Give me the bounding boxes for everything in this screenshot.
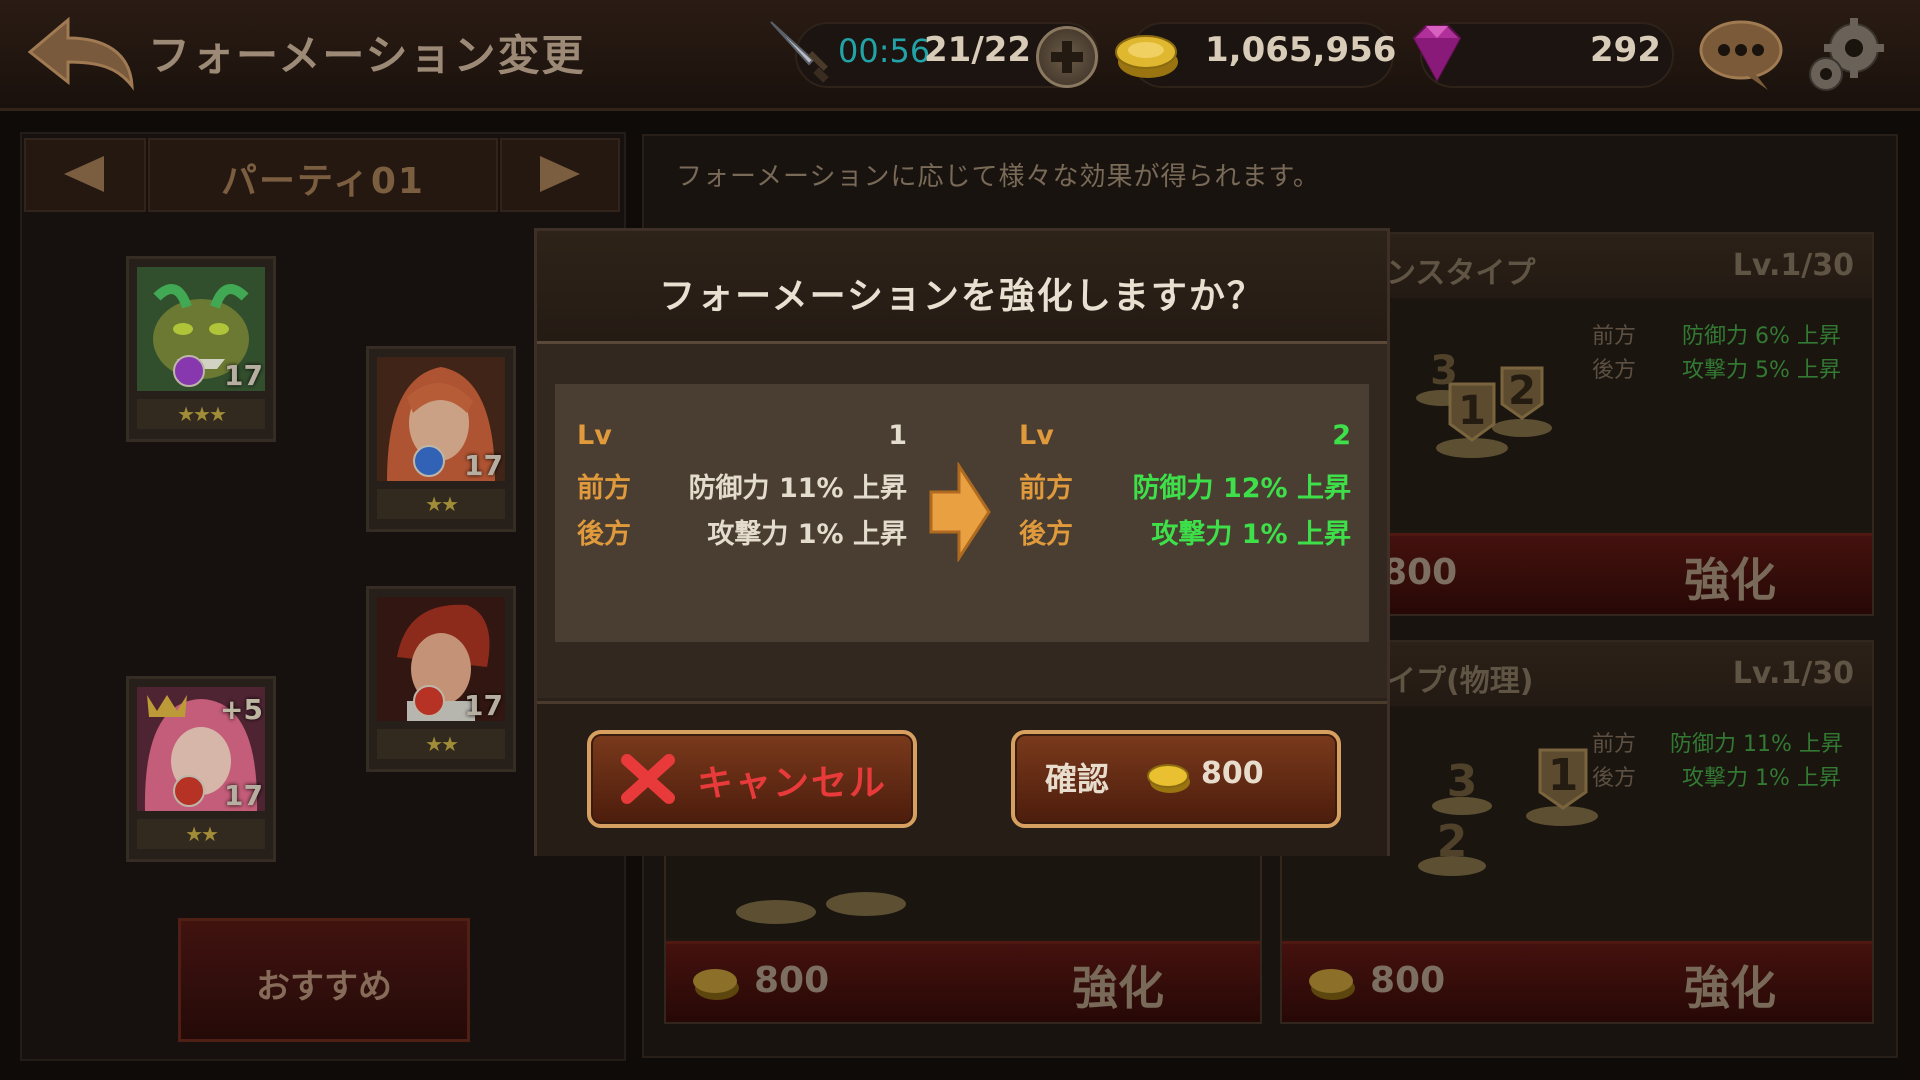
gem-amount: 292 [1590,30,1661,70]
cancel-button[interactable]: キャンセル [587,730,917,828]
sword-icon [765,16,835,86]
next-lv: 2 [1332,420,1351,451]
confirm-label: 確認 [1045,760,1110,798]
dialog-title: フォーメーションを強化しますか？ [659,276,1265,317]
stamina-timer: 00:56 [838,32,931,70]
chat-icon[interactable] [1698,18,1784,92]
stamina-count: 21/22 [924,30,1032,70]
next-front: 防御力 12% 上昇 [1132,473,1351,504]
current-back: 攻撃力 1% 上昇 [707,519,907,550]
lv-label: Lv [1019,420,1054,451]
confirm-button[interactable]: 確認 800 [1011,730,1341,828]
dialog-footer: キャンセル 確認 800 [537,701,1387,856]
current-lv: 1 [888,420,907,451]
lv-label: Lv [577,420,612,451]
cancel-label: キャンセル [697,763,888,804]
coin-icon [1112,24,1182,84]
confirm-cost: 800 [1201,756,1264,791]
back-arrow-icon[interactable] [22,12,142,96]
gear-icon[interactable] [1802,14,1892,98]
front-label: 前方 [577,473,631,504]
gem-icon [1402,20,1472,86]
back-label: 後方 [1019,519,1073,550]
back-label: 後方 [577,519,631,550]
coin-amount: 1,065,956 [1205,30,1397,70]
page-title: フォーメーション変更 [148,31,586,80]
stat-compare-box: Lv 1 前方 防御力 11% 上昇 後方 攻撃力 1% 上昇 Lv 2 前方 … [555,384,1369,642]
current-front: 防御力 11% 上昇 [688,473,907,504]
front-label: 前方 [1019,473,1073,504]
dialog-body: Lv 1 前方 防御力 11% 上昇 後方 攻撃力 1% 上昇 Lv 2 前方 … [537,344,1387,698]
add-stamina-button[interactable] [1036,26,1098,88]
next-back: 攻撃力 1% 上昇 [1151,519,1351,550]
arrow-right-icon [929,462,991,562]
enhance-confirm-dialog: フォーメーションを強化しますか？ Lv 1 前方 防御力 11% 上昇 後方 攻… [534,228,1390,856]
close-icon [621,754,675,804]
dialog-header: フォーメーションを強化しますか？ [537,231,1387,344]
coin-icon [1147,764,1190,793]
